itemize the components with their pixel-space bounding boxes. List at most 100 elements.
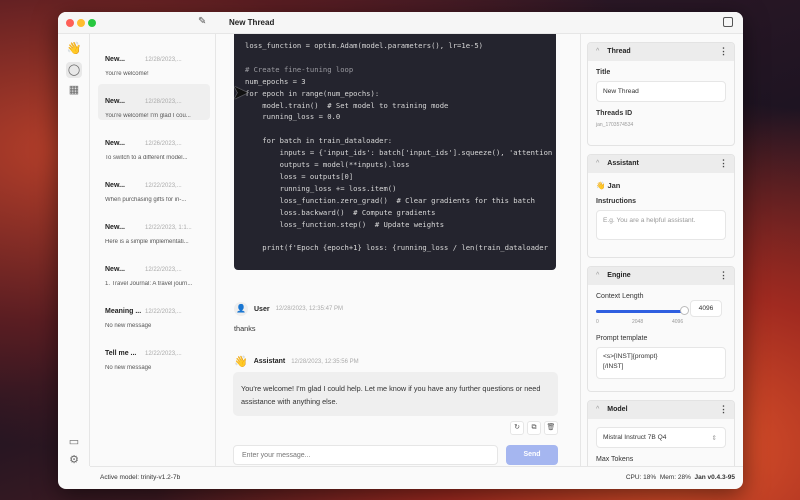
thread-date: 12/22/2023,... [145, 267, 182, 273]
code-line: loss_function.zero_grad() # Clear gradie… [245, 195, 535, 205]
slider-thumb[interactable] [680, 306, 689, 315]
thread-item[interactable]: New... 12/28/2023,... You're welcome! I'm … [98, 84, 210, 120]
slider-tick: 0 [596, 319, 599, 325]
window-title: New Thread [229, 18, 275, 27]
thread-card-header[interactable]: ^ Thread ⋮ [588, 43, 734, 61]
chevron-up-icon: ^ [596, 48, 600, 55]
toggle-panel-icon[interactable] [723, 17, 733, 27]
model-card-header[interactable]: ^ Model ⋮ [588, 401, 734, 419]
more-icon[interactable]: ⋮ [719, 158, 728, 169]
chat-area: loss_function = optim.Adam(model.paramet… [216, 34, 580, 466]
thread-card: ^ Thread ⋮ Title New Thread Threads ID jan… [587, 42, 735, 146]
icon-rail: 👋 ◯ ▦ ▭ ⚙ [58, 34, 90, 466]
model-card: ^ Model ⋮ Mistral Instruct 7B Q4 ⇕ Max Toke… [587, 400, 735, 466]
assistant-message-time: 12/28/2023, 12:35:56 PM [291, 358, 359, 365]
thread-item[interactable]: New... 12/26/2023,... To switch to a diffe… [98, 126, 210, 162]
assistant-name: Assistant [253, 358, 286, 365]
prompt-template-input[interactable]: <s>[INST]{prompt} [/INST] [596, 347, 726, 379]
gear-icon[interactable]: ⚙ [66, 452, 82, 468]
user-avatar-icon: 👤 [234, 302, 248, 316]
instructions-label: Instructions [596, 198, 637, 205]
select-chevron-icon: ⇕ [711, 435, 717, 442]
code-line: loss_function.step() # Update weights [245, 219, 445, 229]
assistant-card-header[interactable]: ^ Assistant ⋮ [588, 155, 734, 173]
title-input[interactable]: New Thread [596, 81, 726, 102]
thread-preview: 1. Travel Journal: A travel journ... [105, 281, 193, 287]
max-tokens-label: Max Tokens [596, 456, 634, 463]
code-line: loss.backward() # Compute gradients [245, 207, 436, 217]
status-bar: Active model: trinity-v1.2-7b CPU: 18% M… [90, 466, 743, 489]
code-line: running_loss += loss.item() [245, 183, 397, 193]
chat-icon[interactable]: ◯ [66, 62, 82, 78]
mouse-cursor-icon: ➤ [232, 82, 249, 104]
grid-icon[interactable]: ▦ [66, 82, 82, 98]
wave-icon: 👋 [596, 181, 606, 190]
model-select[interactable]: Mistral Instruct 7B Q4 ⇕ [596, 427, 726, 448]
thread-item[interactable]: New... 12/22/2023,... When purchasing gift… [98, 168, 210, 204]
more-icon[interactable]: ⋮ [719, 270, 728, 281]
mem-usage: Mem: 28% [659, 474, 691, 481]
engine-card: ^ Engine ⋮ Context Length 0 2048 4096 4096… [587, 266, 735, 392]
thread-date: 12/22/2023,... [145, 351, 182, 357]
thread-preview: You're welcome! [105, 71, 149, 77]
code-line: loss_function = optim.Adam(model.paramet… [245, 41, 483, 50]
code-line: for batch in train_dataloader: [245, 136, 393, 146]
code-line: outputs = model(**inputs).loss [245, 160, 410, 170]
thread-preview: You're welcome! I'm glad I cou... [105, 113, 191, 119]
assistant-message-text: You're welcome! I'm glad I could help. L… [233, 372, 558, 416]
chevron-up-icon: ^ [596, 272, 600, 279]
thread-date: 12/22/2023,... [145, 309, 182, 315]
cpu-usage: CPU: 18% [625, 474, 657, 481]
thread-item[interactable]: Tell me ... 12/22/2023,... No new message [98, 336, 210, 372]
assistant-name-label: Jan [607, 181, 621, 190]
context-length-slider[interactable]: 0 2048 4096 4096 [588, 300, 734, 327]
close-window-button[interactable] [66, 19, 74, 27]
new-thread-icon[interactable]: ✎ [198, 16, 206, 27]
code-line: print(f'Epoch {epoch+1} loss: {running_l… [245, 243, 548, 253]
context-length-input[interactable]: 4096 [690, 300, 722, 317]
instructions-input[interactable]: E.g. You are a helpful assistant. [596, 210, 726, 240]
send-button[interactable]: Send [506, 445, 558, 465]
thread-id-value: jan_1703574534 [596, 122, 634, 128]
thread-name: New... [105, 56, 125, 63]
title-bar: ✎ New Thread [58, 12, 743, 34]
maximize-window-button[interactable] [88, 19, 96, 27]
code-line: num_epochs = 3 [245, 76, 306, 86]
thread-item[interactable]: Meaning ... 12/22/2023,... No new message [98, 294, 210, 330]
user-message-header: 👤 User 12/28/2023, 12:35:47 PM [234, 302, 343, 316]
wave-logo-icon[interactable]: 👋 [66, 40, 82, 56]
engine-card-title: Engine [607, 272, 631, 279]
user-message-text: thanks [234, 324, 256, 333]
thread-name: Tell me ... [105, 350, 137, 357]
more-icon[interactable]: ⋮ [719, 46, 728, 57]
thread-item[interactable]: New... 12/22/2023, 1:1... Here is a simple… [98, 210, 210, 246]
thread-name: Meaning ... [105, 308, 142, 315]
thread-date: 12/22/2023, 1:1... [145, 225, 192, 231]
thread-item[interactable]: New... 12/28/2023,... You're welcome! [98, 42, 210, 78]
title-label: Title [596, 69, 611, 76]
more-icon[interactable]: ⋮ [719, 404, 728, 415]
monitor-icon[interactable]: ▭ [66, 434, 82, 450]
thread-name: New... [105, 182, 125, 189]
thread-name: New... [105, 140, 125, 147]
model-select-value: Mistral Instruct 7B Q4 [603, 434, 667, 441]
code-line: for epoch in range(num_epochs): [245, 88, 380, 98]
regenerate-icon[interactable]: ↻ [510, 421, 524, 435]
copy-icon[interactable]: ⧉ [527, 421, 541, 435]
slider-tick: 2048 [632, 319, 644, 325]
active-model: Active model: trinity-v1.2-7b [100, 474, 181, 481]
assistant-message-header: 👋 Assistant 12/28/2023, 12:35:56 PM [234, 355, 359, 368]
engine-card-header[interactable]: ^ Engine ⋮ [588, 267, 734, 285]
code-line: model.train() # Set model to training mo… [245, 100, 449, 110]
minimize-window-button[interactable] [77, 19, 85, 27]
thread-name: New... [105, 224, 125, 231]
delete-icon[interactable]: 🗑 [544, 421, 558, 435]
code-block: loss_function = optim.Adam(model.paramet… [234, 34, 556, 270]
message-input[interactable] [233, 445, 498, 465]
thread-item[interactable]: New... 12/22/2023,... 1. Travel Journal: A… [98, 252, 210, 288]
thread-name: New... [105, 98, 125, 105]
code-line: # Create fine-tuning loop [245, 64, 354, 74]
assistant-card-title: Assistant [607, 160, 639, 167]
